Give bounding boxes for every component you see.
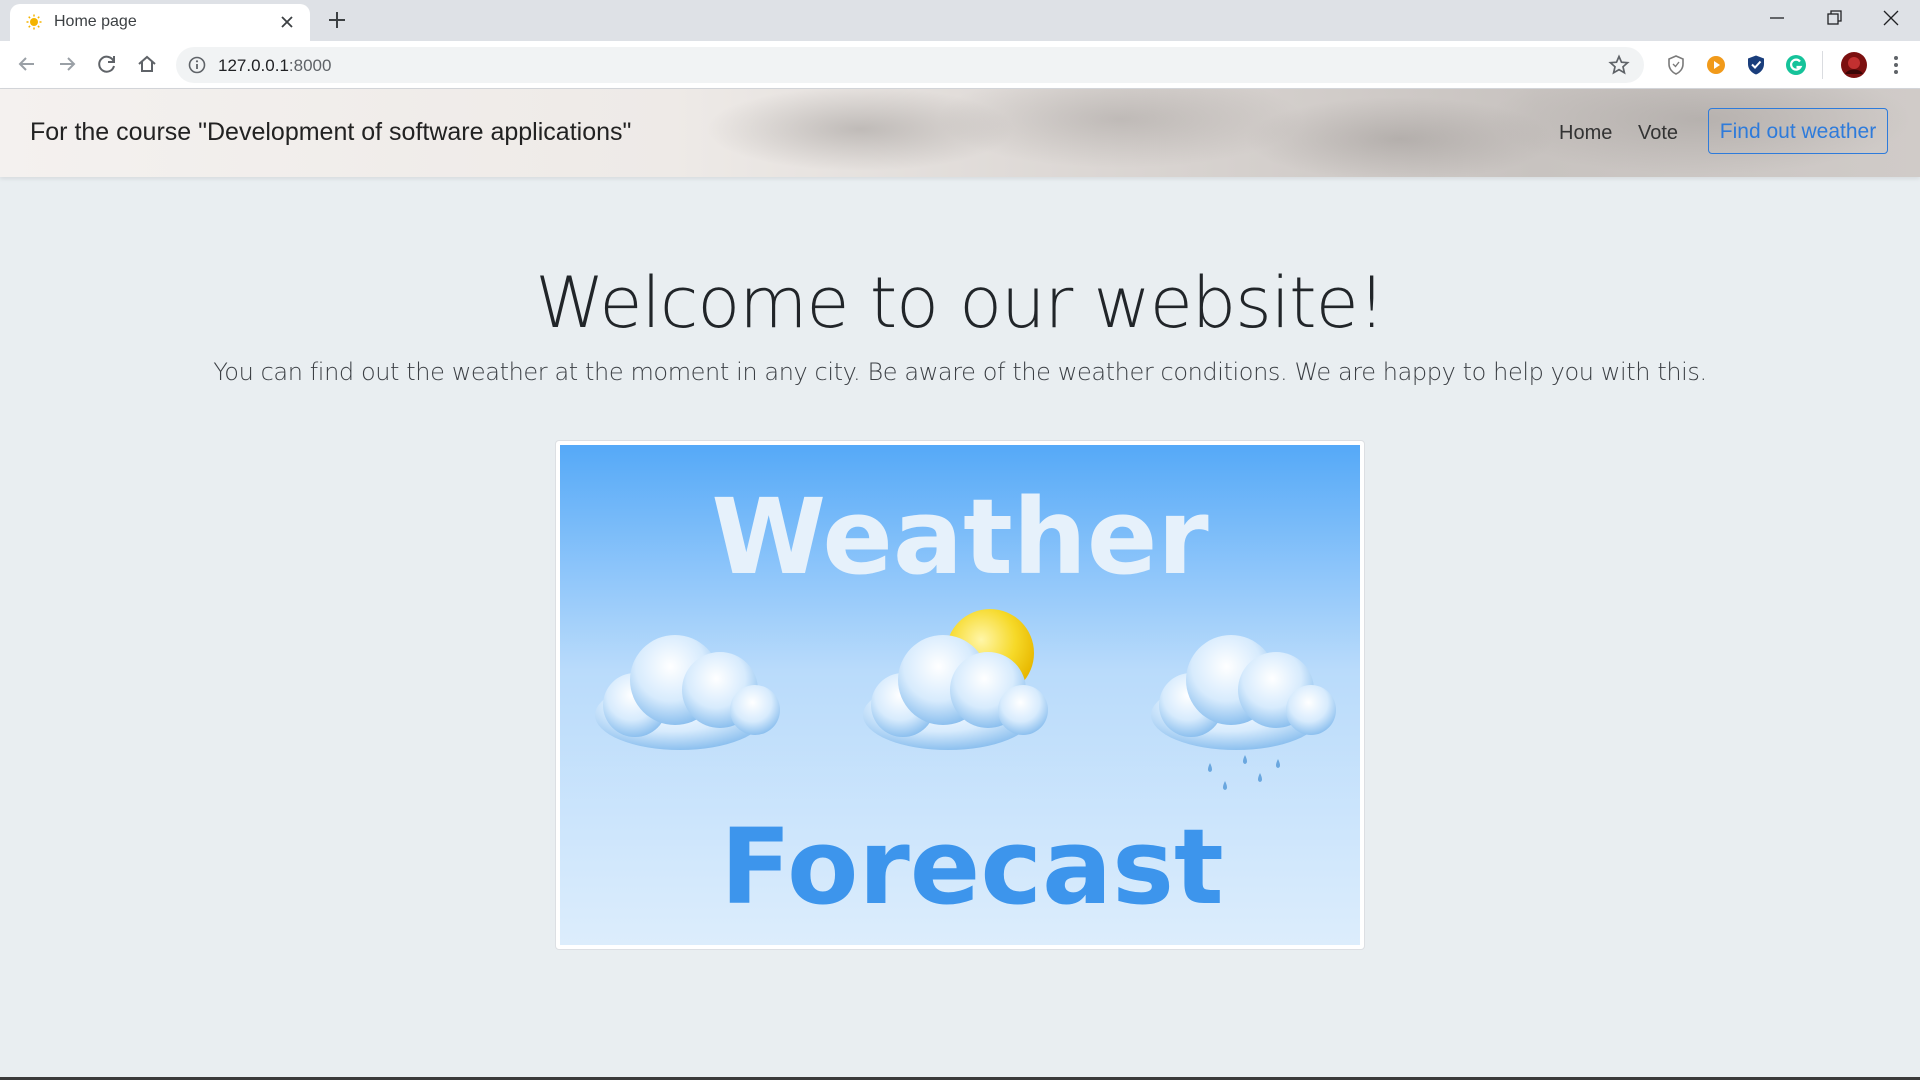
browser-toolbar: 127.0.0.1:8000 — [0, 41, 1920, 89]
sun-favicon-icon — [26, 14, 42, 30]
url-text[interactable]: 127.0.0.1:8000 — [218, 56, 331, 76]
weather-forecast-image-frame: Weather Forecast — [555, 440, 1365, 950]
find-out-weather-button[interactable]: Find out weather — [1708, 108, 1888, 154]
shield-extension-icon[interactable] — [1664, 53, 1688, 77]
shield-check-extension-icon[interactable] — [1744, 53, 1768, 77]
back-icon[interactable] — [14, 51, 40, 77]
grammarly-extension-icon[interactable] — [1784, 53, 1808, 77]
forward-icon[interactable] — [54, 51, 80, 77]
reload-icon[interactable] — [94, 51, 120, 77]
minimize-icon[interactable] — [1765, 6, 1789, 30]
page-subtitle: You can find out the weather at the mome… — [213, 358, 1707, 386]
play-extension-icon[interactable] — [1704, 53, 1728, 77]
home-icon[interactable] — [134, 51, 160, 77]
info-icon[interactable] — [188, 56, 206, 74]
address-bar[interactable]: 127.0.0.1:8000 — [176, 47, 1644, 83]
site-navbar: For the course "Development of software … — [0, 89, 1920, 177]
browser-tabstrip: Home page — [0, 0, 1920, 41]
tab-title: Home page — [54, 13, 137, 30]
nav-link-home[interactable]: Home — [1559, 122, 1612, 145]
close-icon[interactable] — [276, 11, 298, 33]
star-icon[interactable] — [1608, 54, 1630, 76]
page-title: Welcome to our website! — [535, 262, 1385, 344]
menu-dots-icon[interactable] — [1884, 53, 1908, 77]
weather-forecast-image: Weather Forecast — [560, 445, 1360, 945]
plus-icon[interactable] — [325, 8, 349, 32]
image-word-weather: Weather — [711, 476, 1208, 598]
browser-tab-active[interactable]: Home page — [10, 4, 310, 41]
close-window-icon[interactable] — [1879, 6, 1903, 30]
nav-link-vote[interactable]: Vote — [1638, 122, 1678, 145]
navbar-brand[interactable]: For the course "Development of software … — [30, 118, 631, 147]
image-word-forecast: Forecast — [720, 806, 1224, 928]
profile-avatar-icon[interactable] — [1840, 51, 1868, 79]
restore-icon[interactable] — [1822, 6, 1846, 30]
toolbar-divider — [1822, 51, 1823, 79]
